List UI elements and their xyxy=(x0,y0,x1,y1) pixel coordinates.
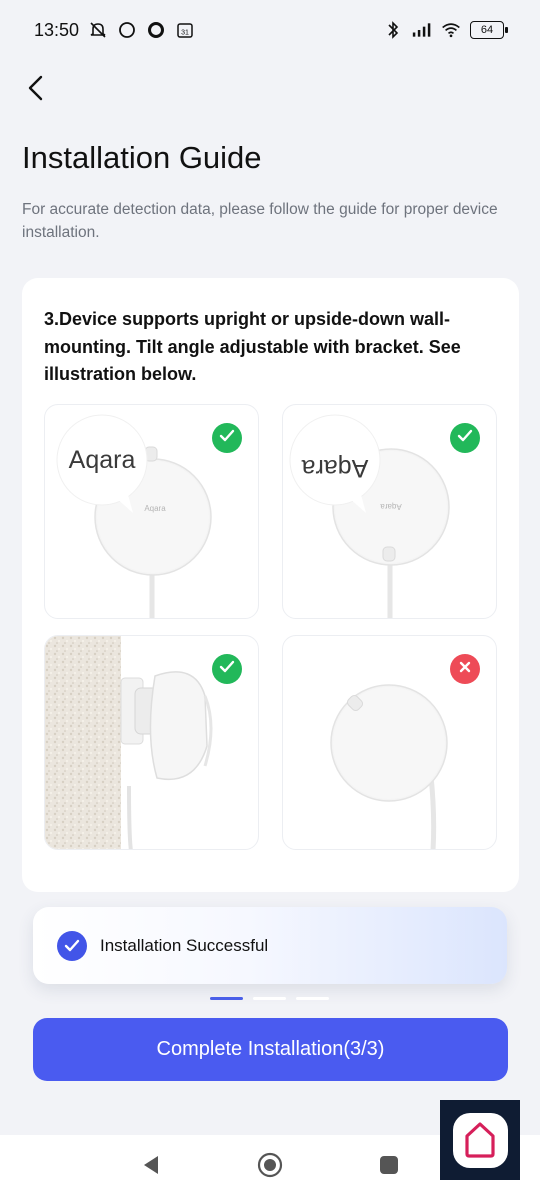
ring-icon xyxy=(146,20,166,40)
page-dot-2 xyxy=(253,997,286,1000)
square-recents-icon xyxy=(378,1154,400,1181)
triangle-back-icon xyxy=(140,1154,162,1181)
complete-installation-button[interactable]: Complete Installation(3/3) xyxy=(33,1018,508,1081)
svg-text:31: 31 xyxy=(181,30,189,37)
status-left: 13:50 31 xyxy=(34,20,195,41)
page-dot-1 xyxy=(210,997,243,1000)
calendar-icon: 31 xyxy=(175,20,195,40)
signal-icon xyxy=(412,20,432,40)
illustration-wall-side-view xyxy=(44,635,259,850)
floating-app-shortcut[interactable] xyxy=(440,1100,520,1180)
status-bar: 13:50 31 64 xyxy=(0,0,540,60)
brand-logo-flipped: Aqara xyxy=(302,454,369,482)
wifi-icon xyxy=(441,20,461,40)
home-circle-icon xyxy=(257,1152,283,1183)
device-logo-small-flipped: Aqara xyxy=(380,502,402,511)
page-subtitle: For accurate detection data, please foll… xyxy=(22,201,498,241)
device-logo-small: Aqara xyxy=(144,504,166,513)
status-time: 13:50 xyxy=(34,19,80,40)
nav-back-button[interactable] xyxy=(138,1154,164,1180)
brand-logo: Aqara xyxy=(69,446,136,474)
close-icon xyxy=(458,660,472,679)
circle-icon xyxy=(117,20,137,40)
illustration-tilted-incorrect xyxy=(282,635,497,850)
illustration-upside-down: Aqara Aqara xyxy=(282,404,497,619)
status-badge-correct xyxy=(450,423,480,453)
status-badge-correct xyxy=(212,654,242,684)
back-button[interactable] xyxy=(20,74,52,106)
installation-success-toast: Installation Successful xyxy=(33,907,507,984)
status-badge-correct xyxy=(212,423,242,453)
page-indicator xyxy=(210,997,329,1000)
guide-card: 3.Device supports upright or upside-down… xyxy=(22,278,519,892)
home-app-icon xyxy=(452,1112,508,1168)
page-title: Installation Guide xyxy=(22,140,262,175)
page-dot-3 xyxy=(296,997,329,1000)
check-icon xyxy=(219,429,235,448)
nav-home-button[interactable] xyxy=(257,1152,283,1183)
bluetooth-icon xyxy=(383,20,403,40)
status-badge-incorrect xyxy=(450,654,480,684)
toast-label: Installation Successful xyxy=(100,935,269,955)
status-right: 64 xyxy=(383,20,508,40)
check-icon xyxy=(219,660,235,679)
illustration-upright: Aqara Aqara xyxy=(44,404,259,619)
chevron-left-icon xyxy=(26,75,46,106)
check-circle-icon xyxy=(57,930,87,961)
mute-icon xyxy=(88,20,108,40)
check-icon xyxy=(457,429,473,448)
nav-recents-button[interactable] xyxy=(376,1154,402,1180)
battery-indicator: 64 xyxy=(470,21,508,39)
step-instruction: 3.Device supports upright or upside-down… xyxy=(44,309,461,384)
